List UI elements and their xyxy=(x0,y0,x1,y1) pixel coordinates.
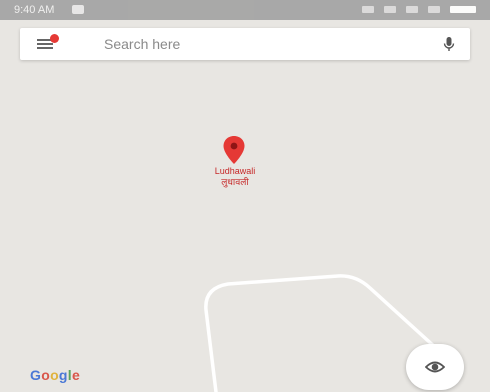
place-label[interactable]: Ludhawali लुधावली xyxy=(185,166,285,188)
signal-icon xyxy=(384,6,396,13)
status-icons xyxy=(362,6,476,13)
notification-icon xyxy=(72,5,84,14)
microphone-icon[interactable] xyxy=(440,35,458,53)
road-outline xyxy=(204,274,438,392)
notification-badge xyxy=(50,34,59,43)
status-bar: 9:40 AM xyxy=(0,0,490,20)
eye-location-icon xyxy=(425,361,445,373)
wifi-icon xyxy=(406,6,418,13)
my-location-button[interactable] xyxy=(406,344,464,390)
place-name-english: Ludhawali xyxy=(214,166,256,176)
map-canvas[interactable]: Ludhawali लुधावली Google xyxy=(0,60,490,392)
search-input[interactable] xyxy=(104,34,424,54)
place-pin-icon[interactable] xyxy=(222,135,246,165)
map-screen: 9:40 AM Ludhawali xyxy=(0,0,490,392)
hamburger-menu-icon[interactable] xyxy=(37,34,59,50)
status-time: 9:40 AM xyxy=(14,4,55,16)
network-icon xyxy=(428,6,440,13)
place-name-hindi: लुधावली xyxy=(221,177,249,187)
vibrate-icon xyxy=(362,6,374,13)
google-logo: Google xyxy=(30,367,81,383)
search-bar[interactable] xyxy=(20,28,470,60)
battery-icon xyxy=(450,6,476,13)
